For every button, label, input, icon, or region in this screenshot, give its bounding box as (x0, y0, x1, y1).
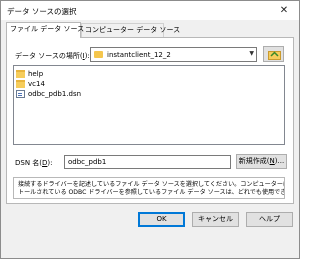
location-label: データ ソースの場所(I): (15, 52, 90, 60)
folder-icon (16, 80, 25, 88)
description-box: 接続するドライバーを記述しているファイル データ ソースを選択してください。コン… (13, 177, 285, 199)
folder-icon (94, 51, 103, 58)
description-line-1: 接続するドライバーを記述しているファイル データ ソースを選択してください。コン… (18, 181, 285, 188)
chevron-down-icon: ▼ (249, 50, 254, 57)
dsn-name-input[interactable] (64, 155, 231, 169)
cancel-button[interactable]: キャンセル (192, 212, 239, 227)
list-item[interactable]: odbc_pdb1.dsn (16, 89, 136, 99)
tab-file-data-source[interactable]: ファイル データ ソース (6, 22, 84, 38)
ok-button[interactable]: OK (138, 212, 185, 227)
new-button[interactable]: 新規作成(N)... (236, 154, 287, 169)
location-dropdown[interactable]: instantclient_12_2 ▼ (90, 47, 257, 62)
dsn-file-icon (16, 90, 25, 98)
close-button[interactable]: ✕ (269, 1, 299, 20)
up-folder-button[interactable] (263, 46, 284, 62)
tab-computer-data-source[interactable]: コンピューター データ ソース (81, 23, 180, 37)
window-title: データ ソースの選択 (7, 7, 77, 16)
file-list[interactable]: help vc14 odbc_pdb1.dsn (13, 65, 285, 145)
folder-icon (16, 70, 25, 78)
description-line-2: トールされている ODBC ドライバーを参照しているファイル データ ソースは、… (18, 189, 285, 196)
select-data-source-dialog: データ ソースの選択 ✕ ファイル データ ソース コンピューター データ ソー… (0, 0, 300, 259)
list-item[interactable]: vc14 (16, 79, 136, 89)
location-value: instantclient_12_2 (107, 51, 171, 59)
up-folder-icon (268, 51, 281, 60)
dsn-name-label: DSN 名(D): (15, 159, 53, 167)
title-bar: データ ソースの選択 ✕ (1, 1, 299, 20)
list-item[interactable]: help (16, 69, 136, 79)
close-icon: ✕ (279, 5, 289, 16)
help-button[interactable]: ヘルプ (246, 212, 293, 227)
